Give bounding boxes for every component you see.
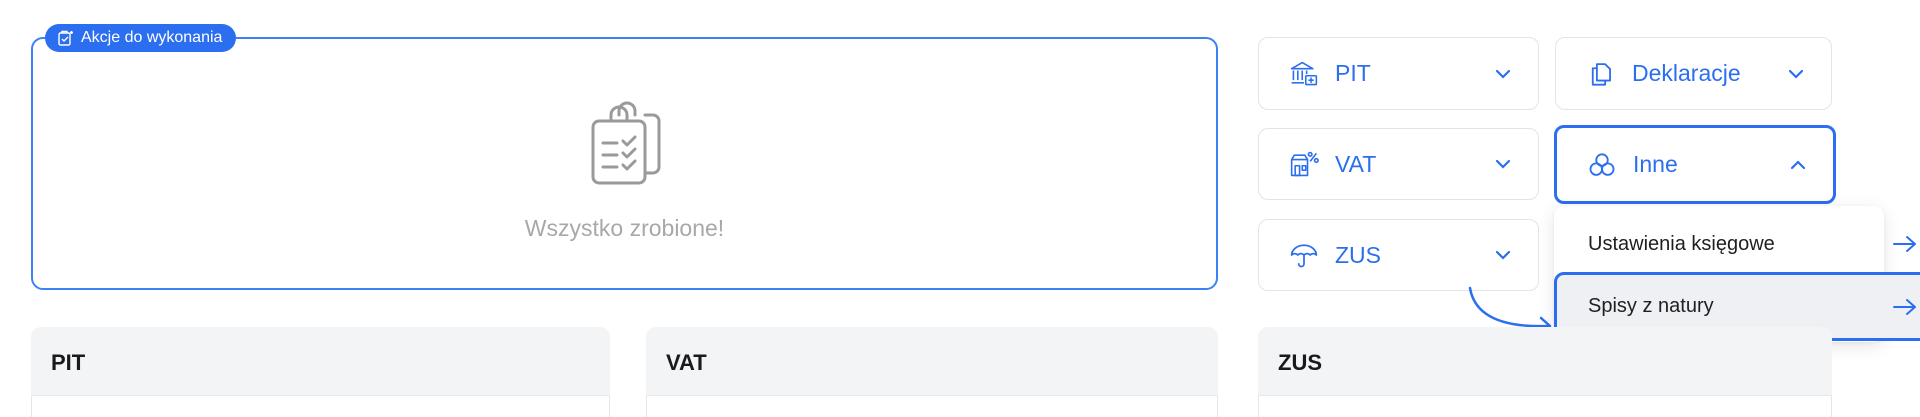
menu-item-label: Spisy z natury [1588,295,1714,317]
chevron-down-icon [1495,69,1511,79]
pit-card-body [31,395,610,417]
zus-card: ZUS [1258,327,1832,417]
pit-dropdown-label: PIT [1335,60,1371,86]
arrow-right-icon [1893,236,1916,252]
circles-cluster-icon [1585,148,1619,182]
vat-card: VAT [646,327,1218,417]
umbrella-icon [1287,238,1321,272]
actions-badge: Akcje do wykonania [45,24,237,52]
vat-dropdown-label: VAT [1335,150,1377,177]
documents-copy-icon [1584,57,1618,91]
pit-dropdown[interactable]: PIT [1258,37,1539,110]
deklaracje-dropdown[interactable]: Deklaracje [1555,37,1832,110]
vat-dropdown[interactable]: VAT [1258,128,1539,200]
vat-card-body [646,395,1218,417]
pit-card: PIT [31,327,610,417]
vat-card-title: VAT [666,350,707,375]
bank-building-icon [1287,57,1321,91]
inne-dropdown-label: Inne [1633,151,1678,177]
arrow-right-icon [1893,298,1916,315]
chevron-up-icon [1790,159,1806,169]
clipboard-checklist-icon [591,101,661,185]
menu-item-label: Ustawienia księgowe [1588,232,1775,255]
zus-card-title: ZUS [1278,350,1322,375]
menu-item-ustawienia-ksiegowe[interactable]: Ustawienia księgowe [1554,220,1920,268]
zus-card-body [1258,395,1832,417]
inne-dropdown[interactable]: Inne [1554,125,1836,204]
zus-dropdown[interactable]: ZUS [1258,219,1539,291]
deklaracje-dropdown-label: Deklaracje [1632,60,1741,86]
chevron-down-icon [1495,250,1511,260]
pit-card-title: PIT [51,350,86,375]
zus-dropdown-label: ZUS [1335,241,1381,268]
inne-dropdown-menu: Ustawienia księgowe Spisy z natury [1554,206,1920,342]
actions-badge-label: Akcje do wykonania [81,29,223,46]
percent-shop-icon [1287,147,1321,181]
chevron-down-icon [1788,69,1804,79]
chevron-down-icon [1495,159,1511,169]
clipboard-sparkle-icon [58,30,73,46]
empty-state-text: Wszystko zrobione! [524,215,725,241]
